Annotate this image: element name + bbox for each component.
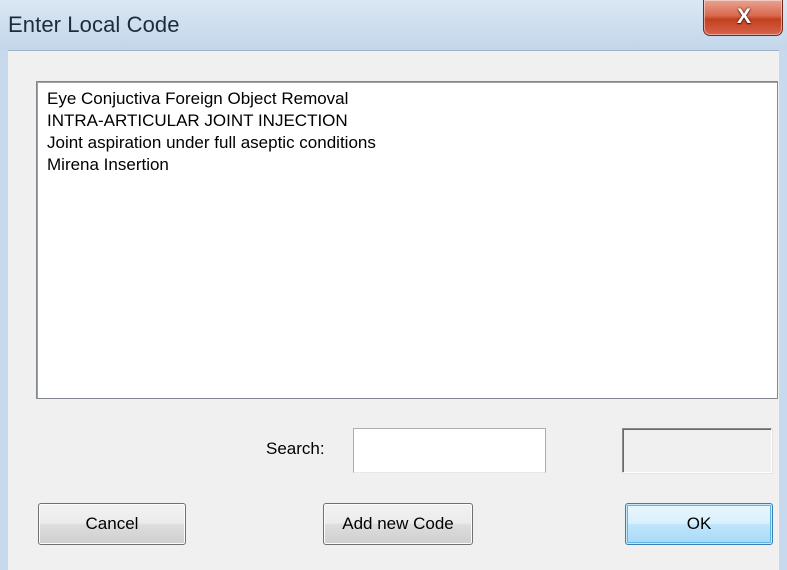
- local-code-list[interactable]: Eye Conjuctiva Foreign Object Removal IN…: [36, 81, 778, 399]
- selected-code-field: [622, 428, 772, 473]
- ok-button[interactable]: OK: [625, 503, 773, 545]
- close-button[interactable]: X: [703, 0, 783, 36]
- window-frame-left: [0, 50, 8, 570]
- search-input[interactable]: [353, 428, 546, 473]
- cancel-button[interactable]: Cancel: [38, 503, 186, 545]
- list-item[interactable]: Joint aspiration under full aseptic cond…: [47, 132, 376, 154]
- close-icon: X: [736, 5, 751, 28]
- list-item[interactable]: Mirena Insertion: [47, 154, 169, 176]
- dialog-body: Eye Conjuctiva Foreign Object Removal IN…: [8, 50, 779, 570]
- add-new-code-button[interactable]: Add new Code: [323, 503, 473, 545]
- window-frame-right: [779, 50, 787, 570]
- window-title: Enter Local Code: [8, 12, 180, 37]
- search-label: Search:: [266, 439, 325, 458]
- title-bar[interactable]: Enter Local Code X: [0, 0, 787, 50]
- list-item[interactable]: INTRA-ARTICULAR JOINT INJECTION: [47, 110, 348, 132]
- list-item[interactable]: Eye Conjuctiva Foreign Object Removal: [47, 88, 348, 110]
